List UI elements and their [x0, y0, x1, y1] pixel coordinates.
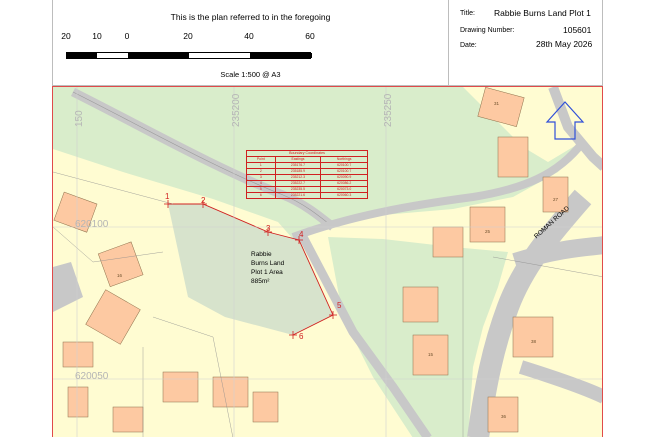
table-cell: 620060.3 [320, 192, 368, 199]
plot-area-label: Rabbie Burns Land Plot 1 Area 885m² [251, 250, 321, 286]
title-block-divider [448, 0, 449, 86]
building [469, 206, 506, 243]
scale-bar [66, 52, 312, 59]
building [67, 386, 89, 418]
scale-bar-segment [189, 53, 250, 58]
building [402, 286, 439, 323]
area-label-line: Burns Land [251, 260, 285, 267]
building [432, 226, 464, 258]
house-number: 27 [553, 197, 559, 202]
building [252, 391, 279, 423]
grid-label-235200: 235200 [231, 93, 242, 127]
house-number: 15 [428, 352, 434, 357]
house-number: 31 [494, 101, 500, 106]
title-label: Title: [460, 10, 475, 17]
scale-label-20-left: 20 [61, 31, 71, 41]
grid-label-620100: 620100 [75, 219, 109, 230]
site-map: 235200 235250 150 620100 620050 Boundary… [52, 86, 603, 437]
grid-label-235250: 235250 [383, 93, 394, 127]
house-number: 38 [531, 339, 537, 344]
table-cell: 6 [246, 192, 276, 199]
plan-caption: This is the plan referred to in the fore… [170, 12, 331, 22]
scale-bar-segment [67, 53, 97, 58]
house-number: 16 [117, 273, 123, 278]
title-block: This is the plan referred to in the fore… [52, 0, 603, 86]
scale-label-40: 40 [244, 31, 254, 41]
house-number: 25 [485, 229, 491, 234]
building [512, 316, 554, 358]
boundary-coordinates-table: Boundary Coordinates Point Eastings Nort… [246, 150, 368, 199]
scale-label-10: 10 [92, 31, 102, 41]
area-label-line: Plot 1 Area [251, 269, 283, 276]
scale-bar-segment [97, 53, 128, 58]
point-label-4: 4 [299, 230, 304, 239]
point-label-2: 2 [201, 196, 206, 205]
scale-text: Scale 1:500 @ A3 [220, 70, 281, 79]
area-label-line: Rabbie [251, 251, 272, 258]
building [212, 376, 249, 408]
point-label-1: 1 [165, 192, 170, 201]
date-label: Date: [460, 42, 477, 49]
building [162, 371, 199, 403]
point-label-6: 6 [299, 332, 304, 341]
table-row: 6 235221.6 620060.3 [246, 192, 368, 199]
building [62, 341, 94, 368]
point-label-5: 5 [337, 301, 342, 310]
scale-label-20: 20 [183, 31, 193, 41]
building [112, 406, 144, 433]
scale-bar-segment [250, 53, 312, 58]
grid-label-150: 150 [74, 110, 85, 127]
date-value: 28th May 2026 [536, 39, 593, 49]
scale-label-60: 60 [305, 31, 315, 41]
title-value: Rabbie Burns Land Plot 1 [494, 8, 591, 18]
point-label-3: 3 [266, 224, 271, 233]
table-cell: 235221.6 [274, 192, 322, 199]
scale-label-0: 0 [124, 31, 130, 41]
building [497, 136, 529, 178]
map-canvas [53, 87, 602, 437]
house-number: 36 [501, 414, 507, 419]
drawing-number-value: 105601 [563, 25, 592, 35]
grid-label-620050: 620050 [75, 371, 109, 382]
area-label-line: 885m² [251, 278, 270, 285]
drawing-number-label: Drawing Number: [460, 27, 515, 34]
scale-bar-segment [128, 53, 189, 58]
